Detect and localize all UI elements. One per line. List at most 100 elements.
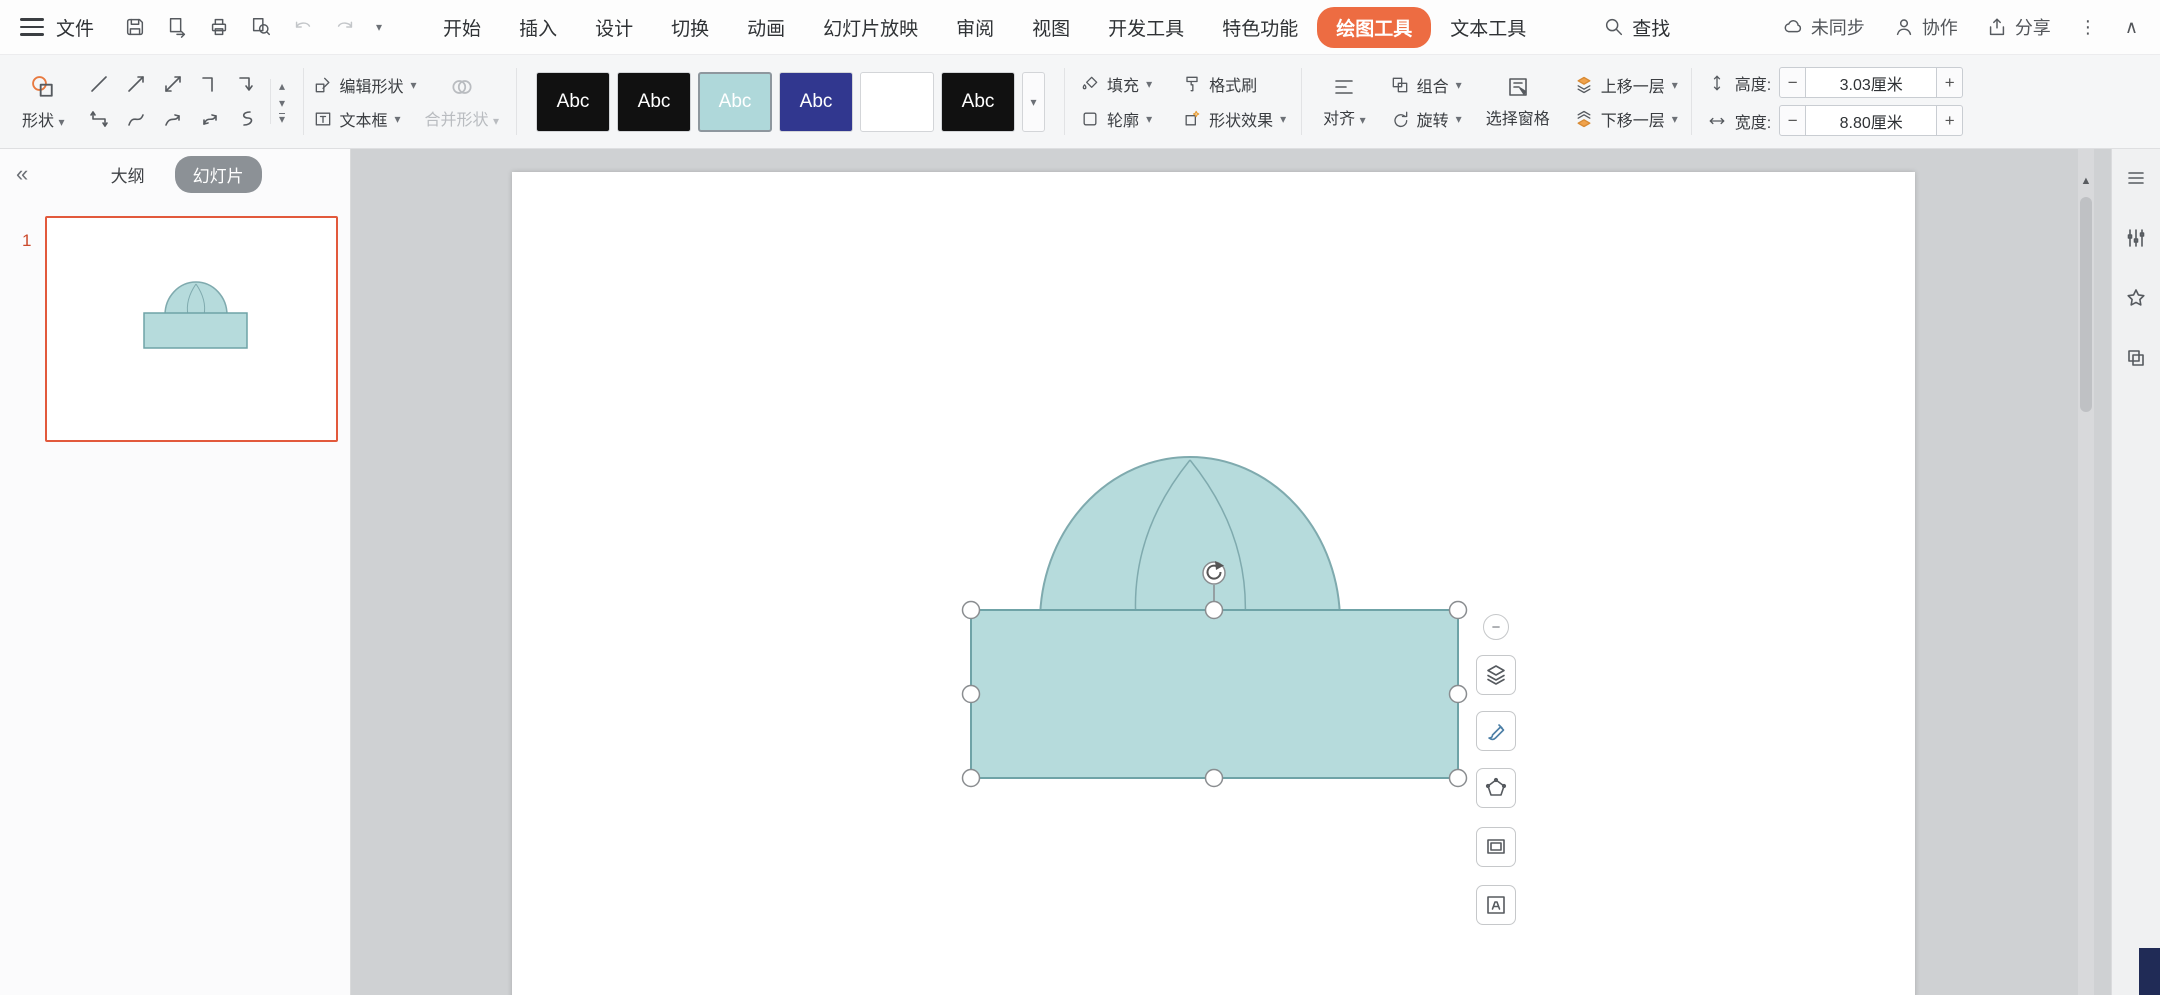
edit-shape-button[interactable]: 编辑形状 ▾ (313, 73, 417, 97)
shape-elbow-arrow-connector[interactable] (229, 67, 266, 102)
gallery-scroll-down-icon[interactable]: ▾ (279, 96, 285, 110)
slide-thumbnail-preview (47, 218, 336, 440)
properties-button[interactable] (2119, 221, 2153, 255)
resize-handle-e[interactable] (1450, 686, 1467, 703)
print-button[interactable] (208, 16, 230, 38)
shape-curve-double-arrow[interactable] (192, 102, 229, 137)
shape-effects-button[interactable]: 形状效果 ▾ (1182, 107, 1286, 131)
shape-arrow[interactable] (118, 67, 155, 102)
fill-button[interactable]: 填充 ▾ (1080, 72, 1152, 96)
cloud-icon (1782, 16, 1804, 38)
collapse-float-toolbar-button[interactable]: − (1483, 614, 1509, 640)
style-brush-quick-button[interactable] (1476, 711, 1516, 751)
scrollbar-up-icon[interactable]: ▲ (2078, 149, 2094, 187)
undo-button[interactable] (292, 16, 314, 38)
text-box-button[interactable]: 文本框 ▾ (313, 107, 417, 131)
shape-elbow-double-arrow[interactable] (81, 102, 118, 137)
resize-handle-nw[interactable] (963, 602, 980, 619)
height-increase-button[interactable]: + (1936, 67, 1963, 98)
shape-double-arrow[interactable] (155, 67, 192, 102)
resize-handle-w[interactable] (963, 686, 980, 703)
width-increase-button[interactable]: + (1936, 105, 1963, 136)
resize-handle-se[interactable] (1450, 770, 1467, 787)
resize-handle-ne[interactable] (1450, 602, 1467, 619)
tab-review[interactable]: 审阅 (937, 7, 1013, 48)
tab-transitions[interactable]: 切换 (652, 7, 728, 48)
shape-style-4[interactable]: Abc (779, 72, 853, 132)
shape-line[interactable] (81, 67, 118, 102)
tab-slides[interactable]: 幻灯片 (175, 156, 262, 193)
resize-handle-n[interactable] (1206, 602, 1223, 619)
tab-outline[interactable]: 大纲 (101, 156, 155, 193)
resize-handle-s[interactable] (1206, 770, 1223, 787)
save-button[interactable] (124, 16, 146, 38)
collaborate-button[interactable]: 协作 (1893, 14, 1958, 40)
bring-forward-button[interactable]: 上移一层 ▾ (1574, 73, 1678, 97)
more-options-icon[interactable]: ⋮ (2079, 17, 2097, 38)
height-decrease-button[interactable]: − (1779, 67, 1806, 98)
fold-ribbon-icon[interactable]: ∧ (2125, 17, 2138, 38)
width-value[interactable]: 8.80厘米 (1806, 105, 1936, 136)
scrollbar-thumb[interactable] (2080, 197, 2092, 412)
quick-access-more-icon[interactable]: ▾ (376, 20, 382, 34)
tab-slideshow[interactable]: 幻灯片放映 (804, 7, 937, 48)
canvas-vertical-scrollbar[interactable]: ▲ (2078, 149, 2094, 995)
insert-shape-button[interactable]: 形状 ▾ (14, 73, 73, 131)
shape-curve[interactable] (118, 102, 155, 137)
shape-style-1[interactable]: Abc (536, 72, 610, 132)
tab-view[interactable]: 视图 (1013, 7, 1089, 48)
shape-style-5[interactable]: Abc (860, 72, 934, 132)
rotate-handle[interactable] (1203, 561, 1225, 584)
main-menu-icon[interactable] (20, 18, 44, 36)
favorites-button[interactable] (2119, 281, 2153, 315)
edit-points-quick-button[interactable] (1476, 768, 1516, 808)
tab-design[interactable]: 设计 (576, 7, 652, 48)
format-painter-button[interactable]: 格式刷 (1182, 72, 1286, 96)
selection-pane-button[interactable]: 选择窗格 (1478, 75, 1558, 129)
frame-quick-button[interactable] (1476, 827, 1516, 867)
layer-quick-button[interactable] (1476, 655, 1516, 695)
sync-status[interactable]: 未同步 (1782, 14, 1865, 40)
editing-canvas[interactable]: − ▲ (351, 149, 2111, 995)
find-button[interactable]: 查找 (1603, 14, 1670, 41)
selected-rectangle-shape[interactable] (971, 610, 1458, 778)
align-button[interactable]: 对齐 ▾ (1315, 75, 1374, 129)
group-button[interactable]: 组合 ▾ (1390, 73, 1462, 97)
task-pane-button[interactable] (2119, 161, 2153, 195)
pentagon-icon (1484, 776, 1508, 800)
collapse-panel-icon[interactable]: « (16, 161, 28, 187)
dome-shape[interactable] (1040, 457, 1340, 622)
outline-button[interactable]: 轮廓 ▾ (1080, 107, 1152, 131)
tab-text-tools[interactable]: 文本工具 (1431, 7, 1545, 48)
shape-freeform[interactable] (229, 102, 266, 137)
tab-special-features[interactable]: 特色功能 (1203, 7, 1317, 48)
gallery-scroll-up-icon[interactable]: ▴ (279, 79, 285, 93)
tab-drawing-tools[interactable]: 绘图工具 (1317, 7, 1431, 48)
height-value[interactable]: 3.03厘米 (1806, 67, 1936, 98)
shape-style-3-selected[interactable]: Abc (698, 72, 772, 132)
print-preview-button[interactable] (250, 16, 272, 38)
shape-elbow-connector[interactable] (192, 67, 229, 102)
style-gallery-more-button[interactable]: ▾ (1022, 72, 1045, 132)
file-menu[interactable]: 文件 (56, 14, 94, 41)
tab-insert[interactable]: 插入 (500, 7, 576, 48)
width-decrease-button[interactable]: − (1779, 105, 1806, 136)
text-style-quick-button[interactable] (1476, 885, 1516, 925)
brush-icon (1484, 719, 1508, 743)
send-backward-button[interactable]: 下移一层 ▾ (1574, 107, 1678, 131)
gallery-expand-icon[interactable]: ▾ (279, 113, 285, 124)
export-button[interactable] (166, 16, 188, 38)
tab-developer[interactable]: 开发工具 (1089, 7, 1203, 48)
slide-thumbnail[interactable] (45, 216, 338, 442)
tab-animation[interactable]: 动画 (728, 7, 804, 48)
merge-shapes-button[interactable]: 合并形状 ▾ (417, 55, 508, 148)
share-button[interactable]: 分享 (1986, 14, 2051, 40)
shape-style-6[interactable]: Abc (941, 72, 1015, 132)
shape-library-button[interactable] (2119, 341, 2153, 375)
resize-handle-sw[interactable] (963, 770, 980, 787)
rotate-button[interactable]: 旋转 ▾ (1390, 107, 1462, 131)
shape-style-2[interactable]: Abc (617, 72, 691, 132)
shape-curve-arrow[interactable] (155, 102, 192, 137)
tab-home[interactable]: 开始 (424, 7, 500, 48)
redo-button[interactable] (334, 16, 356, 38)
